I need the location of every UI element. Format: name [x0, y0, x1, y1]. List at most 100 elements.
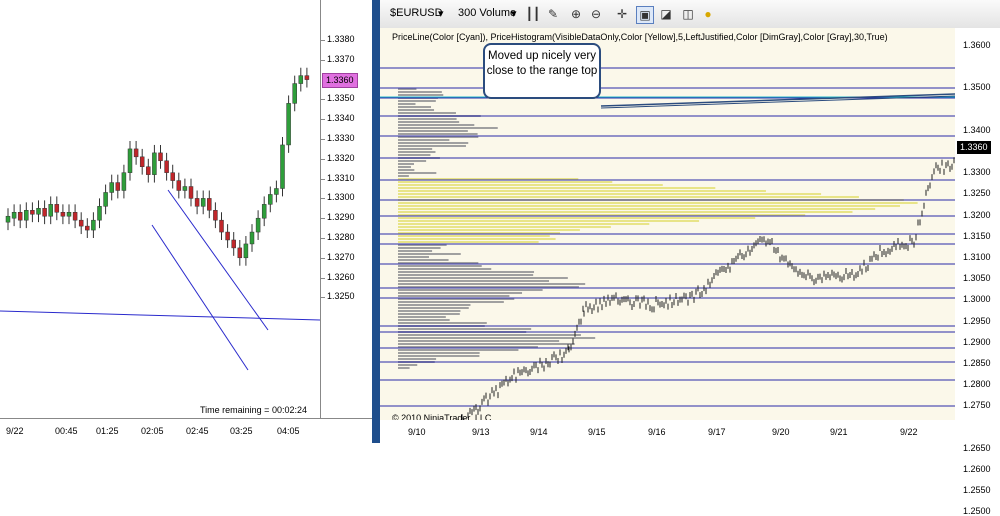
- zoom-out-icon[interactable]: ⊖: [588, 6, 604, 22]
- left-candlestick-chart[interactable]: [0, 0, 320, 418]
- histogram-bar: [398, 358, 436, 360]
- candle-body: [43, 208, 47, 216]
- left-price-axis[interactable]: 1.3380 1.3370 1.3350 1.3340 1.3330 1.3320 1.33…: [320, 0, 373, 418]
- date-tick-label: 9/10: [408, 427, 426, 437]
- zoom-in-icon[interactable]: ⊕: [568, 6, 584, 22]
- histogram-bar: [398, 259, 449, 261]
- histogram-bar: [398, 328, 531, 330]
- histogram-bar: [398, 160, 426, 162]
- candle-body: [49, 204, 53, 216]
- histogram-bar: [398, 181, 612, 183]
- candle-body: [171, 173, 175, 181]
- histogram-bar: [398, 202, 918, 204]
- histogram-bar: [398, 145, 466, 147]
- histogram-bar: [398, 289, 543, 291]
- candle-body: [189, 187, 193, 199]
- right-date-axis[interactable]: 9/10 9/13 9/14 9/15 9/16 9/17 9/20 9/21 9/22: [380, 420, 1000, 443]
- annotation-callout[interactable]: Moved up nicely very close to the range …: [483, 43, 601, 99]
- histogram-bar: [398, 277, 568, 279]
- histogram-bar: [398, 367, 410, 369]
- period-dropdown-icon[interactable]: ▾: [511, 7, 517, 20]
- instrument-dropdown-icon[interactable]: ▾: [438, 7, 444, 20]
- right-chart-window: $EURUSD ▾ 300 Volume ▾ ┃┃ ✎ ⊕ ⊖ ✛ ▣ ◪ ◫ …: [380, 0, 1000, 443]
- right-chart-canvas[interactable]: [380, 28, 955, 420]
- date-tick-label: 9/15: [588, 427, 606, 437]
- histogram-bar: [398, 295, 509, 297]
- histogram-bar: [398, 364, 417, 366]
- price-tick-mark: [321, 119, 325, 120]
- price-tick-label: 1.3330: [327, 133, 355, 143]
- price-tick-label: 1.3270: [327, 252, 355, 262]
- histogram-bar: [398, 151, 435, 153]
- histogram-bar: [398, 313, 460, 315]
- chart-toolbar: $EURUSD ▾ 300 Volume ▾ ┃┃ ✎ ⊕ ⊖ ✛ ▣ ◪ ◫ …: [380, 0, 1000, 29]
- crosshair-icon[interactable]: ✛: [614, 6, 630, 22]
- date-tick-label: 9/21: [830, 427, 848, 437]
- histogram-bar: [398, 133, 478, 135]
- histogram-bar: [398, 100, 436, 102]
- pencil-icon[interactable]: ✎: [545, 6, 561, 22]
- histogram-bar: [398, 274, 533, 276]
- bar-style-icon[interactable]: ┃┃: [525, 6, 541, 22]
- time-remaining-label: Time remaining = 00:02:24: [200, 405, 307, 415]
- price-tick-label: 1.3280: [327, 232, 355, 242]
- histogram-bar: [398, 175, 409, 177]
- price-tick-mark: [321, 179, 325, 180]
- price-tick-mark: [321, 218, 325, 219]
- window-divider[interactable]: [372, 0, 380, 443]
- candle-body: [128, 149, 132, 173]
- candle-body: [159, 153, 163, 161]
- histogram-bar: [398, 124, 474, 126]
- histogram-bar: [398, 340, 559, 342]
- price-tick-label: 1.3300: [327, 192, 355, 202]
- instrument-selector[interactable]: $EURUSD: [390, 7, 443, 19]
- strategy-icon[interactable]: ●: [700, 6, 716, 22]
- candle-body: [207, 198, 211, 210]
- histogram-bar: [398, 334, 581, 336]
- histogram-bar: [398, 319, 450, 321]
- histogram-bar: [398, 349, 518, 351]
- properties-icon[interactable]: ▣: [636, 6, 654, 24]
- time-tick-label: 03:25: [230, 426, 253, 436]
- period-selector[interactable]: 300 Volume: [458, 7, 516, 19]
- candle-body: [183, 187, 187, 191]
- histogram-bar: [398, 316, 446, 318]
- histogram-bar: [398, 310, 460, 312]
- chart-icon[interactable]: ◪: [658, 6, 674, 22]
- left-chart-panel[interactable]: 1.3380 1.3370 1.3350 1.3340 1.3330 1.3320 1.33…: [0, 0, 372, 443]
- candle-body: [146, 167, 150, 175]
- right-price-chart[interactable]: PriceLine(Color [Cyan]), PriceHistogram(…: [380, 28, 955, 420]
- histogram-bar: [398, 196, 859, 198]
- candle-body: [30, 210, 34, 214]
- price-tick-mark: [321, 198, 325, 199]
- histogram-bar: [398, 103, 415, 105]
- histogram-bar: [398, 139, 449, 141]
- price-tick-label: 1.3000: [963, 294, 991, 304]
- indicator-icon[interactable]: ◫: [680, 6, 696, 22]
- candle-body: [293, 84, 297, 104]
- date-tick-label: 9/14: [530, 427, 548, 437]
- right-price-axis[interactable]: 1.3600 1.3500 1.3400 1.3300 1.3250 1.3200 1.31…: [955, 28, 1000, 420]
- date-tick-label: 9/16: [648, 427, 666, 437]
- price-tick-mark: [321, 139, 325, 140]
- price-tick-mark: [321, 258, 325, 259]
- candle-body: [140, 157, 144, 167]
- left-time-axis[interactable]: 9/22 00:45 01:25 02:05 02:45 03:25 04:05: [0, 418, 372, 444]
- price-tick-label: 1.3100: [963, 252, 991, 262]
- histogram-bar: [398, 268, 491, 270]
- price-tick-label: 1.2800: [963, 379, 991, 389]
- candle-body: [305, 76, 309, 80]
- histogram-bar: [398, 307, 469, 309]
- callout-pointer: [601, 94, 955, 106]
- price-tick-label: 1.3310: [327, 173, 355, 183]
- price-tick-label: 1.3290: [327, 212, 355, 222]
- time-tick-label: 01:25: [96, 426, 119, 436]
- histogram-bar: [398, 283, 585, 285]
- price-tick-mark: [321, 238, 325, 239]
- price-tick-label: 1.3400: [963, 125, 991, 135]
- price-tick-label: 1.2950: [963, 316, 991, 326]
- histogram-bar: [398, 280, 549, 282]
- histogram-bar: [398, 106, 431, 108]
- price-tick-label: 1.3600: [963, 40, 991, 50]
- price-tick-label: 1.3200: [963, 210, 991, 220]
